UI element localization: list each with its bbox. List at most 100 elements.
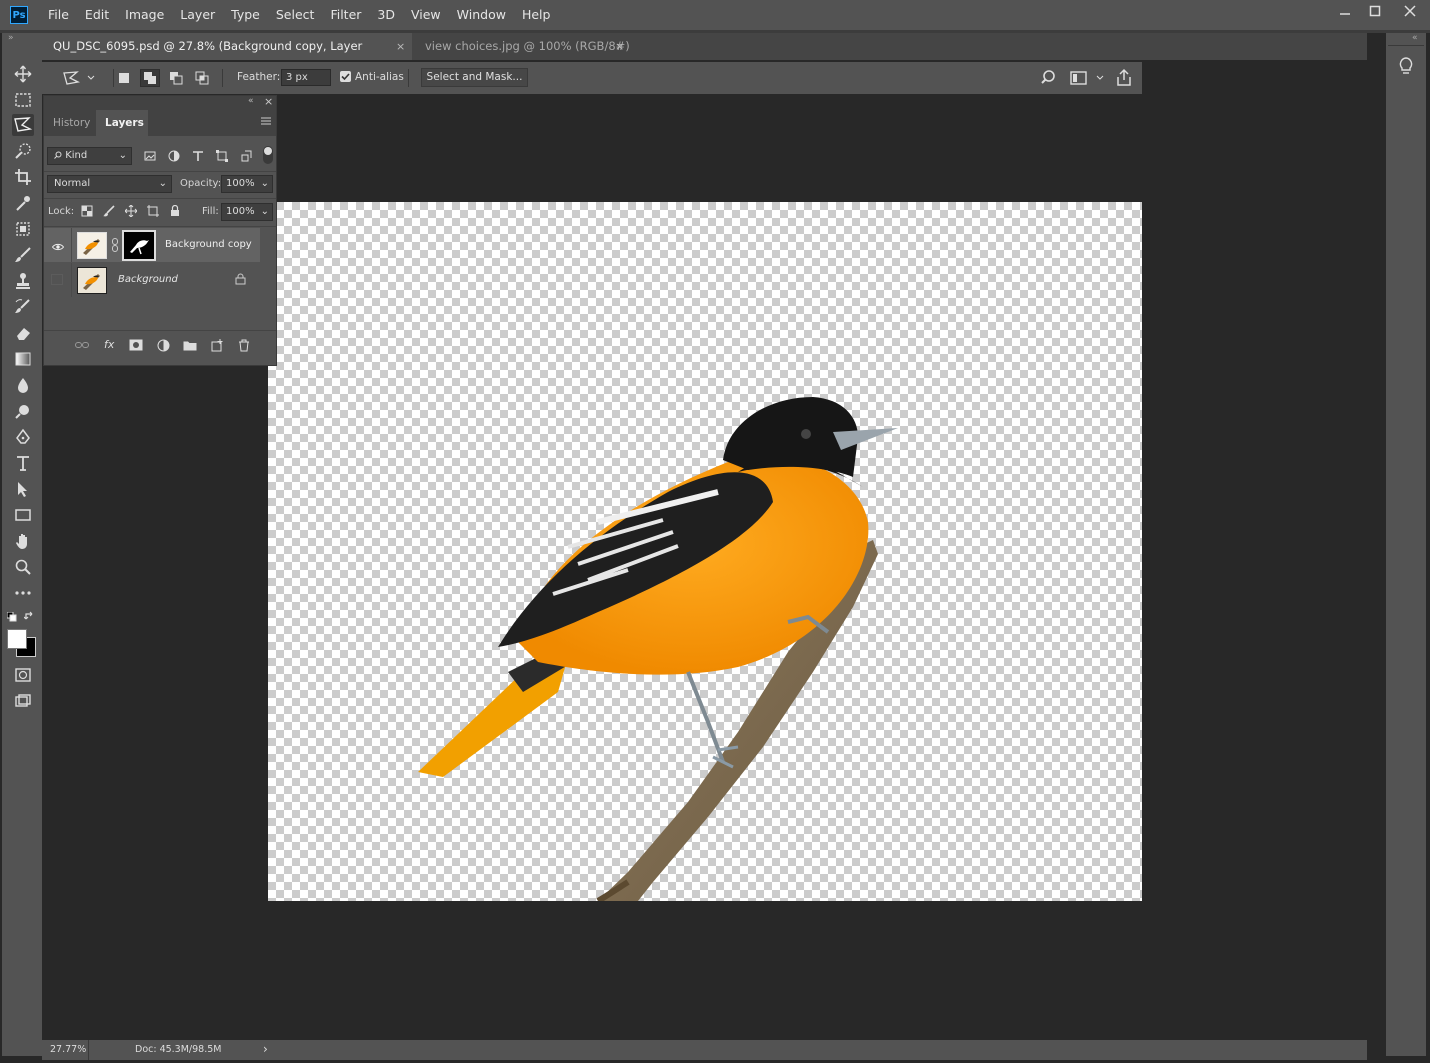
add-to-selection-button[interactable] [140,69,160,87]
lock-transparent-button[interactable] [81,205,93,220]
lock-all-button[interactable] [169,204,181,220]
menu-layer[interactable]: Layer [172,0,223,30]
tab-close-icon[interactable]: × [396,33,405,60]
layer-filter-dropdown[interactable]: Kind ⌄ [47,147,132,165]
collapse-panel-icon[interactable]: « [248,96,254,106]
menu-3d[interactable]: 3D [369,0,403,30]
link-layers-button[interactable] [75,340,89,353]
pen-tool[interactable] [12,426,34,448]
blend-mode-dropdown[interactable]: Normal ⌄ [47,175,172,193]
history-brush-tool[interactable] [12,296,34,318]
new-group-button[interactable] [183,340,197,354]
menu-edit[interactable]: Edit [77,0,117,30]
quick-mask-button[interactable] [12,664,34,686]
hand-tool[interactable] [12,530,34,552]
expand-panels-icon[interactable]: « [1412,33,1418,43]
lasso-tool[interactable] [12,114,34,136]
learn-panel-button[interactable] [1396,55,1416,77]
hand-icon [16,534,27,549]
workspace-switcher[interactable] [1070,69,1104,90]
visibility-toggle[interactable] [51,241,65,254]
tool-preset-picker[interactable] [62,69,98,90]
pen-icon [16,428,30,444]
menu-items: File Edit Image Layer Type Select Filter… [40,0,558,30]
rectangle-tool[interactable] [12,504,34,526]
panel-menu-button[interactable] [260,116,272,129]
share-button[interactable] [1115,68,1133,91]
layer-row-background-copy[interactable]: Background copy [44,228,260,262]
new-layer-button[interactable] [211,339,224,355]
minimize-button[interactable] [1330,0,1360,22]
blur-tool[interactable] [12,374,34,396]
collapse-tools-icon[interactable]: » [8,33,14,43]
add-mask-button[interactable] [129,339,143,354]
menu-select[interactable]: Select [268,0,323,30]
default-colors-icon[interactable] [6,611,17,625]
search-button[interactable] [1040,69,1058,90]
fill-input[interactable]: 100% ⌄ [221,203,273,221]
dodge-tool[interactable] [12,400,34,422]
document-canvas[interactable] [268,202,1142,901]
lock-image-button[interactable] [103,205,115,220]
layer-row-background[interactable]: Background [44,263,260,297]
marquee-tool[interactable] [12,89,34,111]
maximize-button[interactable] [1360,0,1390,22]
subtract-selection-button[interactable] [168,70,184,86]
lock-artboard-button[interactable] [147,205,159,220]
swap-colors-icon[interactable] [23,611,35,625]
filter-smart-object-button[interactable] [240,150,252,165]
mask-link-icon[interactable] [112,238,118,255]
menu-image[interactable]: Image [117,0,172,30]
intersect-selection-button[interactable] [194,70,210,86]
path-selection-tool[interactable] [12,478,34,500]
zoom-level[interactable]: 27.77% [50,1044,86,1055]
delete-layer-button[interactable] [238,339,250,355]
more-tools[interactable] [12,582,34,604]
fill-value: 100% [226,206,255,217]
tab-view-choices[interactable]: view choices.jpg @ 100% (RGB/8#) × [414,33,634,60]
foreground-color-swatch[interactable] [7,629,27,649]
close-panel-icon[interactable]: × [264,95,273,108]
crop-tool[interactable] [12,166,34,188]
status-menu-arrow[interactable]: › [263,1042,268,1056]
clone-stamp-tool[interactable] [12,270,34,292]
gradient-tool[interactable] [12,348,34,370]
new-selection-button[interactable] [116,70,132,86]
eyedropper-tool[interactable] [12,192,34,214]
opacity-input[interactable]: 100% ⌄ [221,175,273,193]
brush-tool[interactable] [12,244,34,266]
lock-position-button[interactable] [124,204,138,220]
menu-view[interactable]: View [403,0,449,30]
close-window-button[interactable] [1390,0,1430,22]
screen-mode-button[interactable] [12,690,34,712]
tab-document-psd[interactable]: QU_DSC_6095.psd @ 27.8% (Background copy… [42,33,412,80]
menu-filter[interactable]: Filter [322,0,369,30]
menu-type[interactable]: Type [223,0,268,30]
layer-thumbnail [77,232,107,259]
tab-close-icon[interactable]: × [615,33,624,60]
filter-toggle[interactable] [263,146,273,164]
move-tool[interactable] [12,63,34,85]
type-tool[interactable] [12,452,34,474]
healing-brush-tool[interactable] [12,218,34,240]
image-icon [144,151,156,161]
right-dock: « [1386,33,1426,1056]
zoom-tool[interactable] [12,556,34,578]
layer-mask-thumbnail[interactable] [122,230,156,261]
quick-selection-tool[interactable] [12,140,34,162]
filter-pixel-button[interactable] [144,150,156,165]
antialias-checkbox[interactable] [340,71,351,82]
menu-file[interactable]: File [40,0,77,30]
filter-type-button[interactable] [192,150,204,165]
menu-help[interactable]: Help [514,0,559,30]
feather-input[interactable]: 3 px [281,69,331,86]
adjustment-layer-button[interactable] [157,339,170,355]
filter-shape-button[interactable] [216,150,228,165]
eraser-tool[interactable] [12,322,34,344]
fx-icon: fx [104,338,115,351]
menu-window[interactable]: Window [449,0,514,30]
visibility-toggle[interactable] [51,274,63,285]
select-and-mask-button[interactable]: Select and Mask... [421,68,528,87]
filter-adjustment-button[interactable] [168,150,180,165]
layer-style-button[interactable]: fx [104,338,114,351]
